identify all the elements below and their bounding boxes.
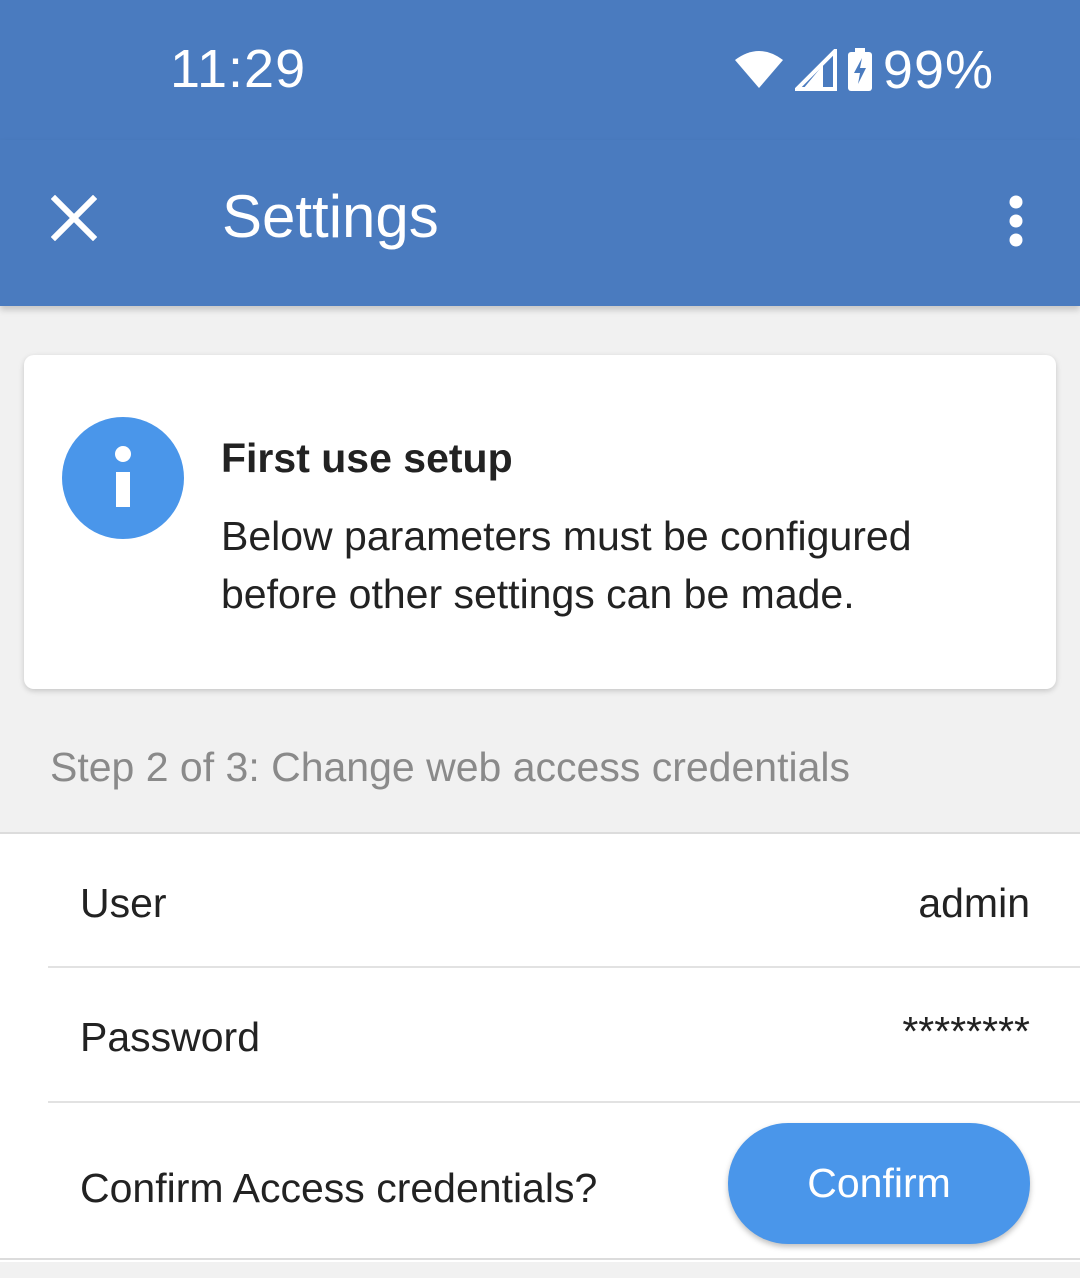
- confirm-prompt: Confirm Access credentials?: [80, 1165, 598, 1211]
- info-card: First use setup Below parameters must be…: [24, 355, 1056, 689]
- more-vert-icon: [1009, 195, 1023, 247]
- step-label: Step 2 of 3: Change web access credentia…: [50, 744, 850, 790]
- wifi-icon: [734, 51, 783, 88]
- password-row[interactable]: Password ********: [0, 968, 1080, 1100]
- card-title: First use setup: [221, 435, 513, 481]
- cell-signal-icon: [794, 49, 837, 91]
- info-icon: [62, 417, 184, 539]
- overflow-menu-button[interactable]: [996, 188, 1036, 254]
- password-value: ********: [902, 1008, 1030, 1054]
- battery-percentage: 99%: [882, 40, 994, 100]
- password-label: Password: [80, 1014, 261, 1060]
- close-icon: [51, 195, 97, 241]
- confirm-button[interactable]: Confirm: [728, 1123, 1030, 1244]
- card-body: Below parameters must be configured befo…: [221, 513, 912, 617]
- status-icons: 99%: [733, 40, 994, 100]
- user-row[interactable]: User admin: [0, 834, 1080, 966]
- page-title: Settings: [222, 183, 439, 250]
- divider: [0, 1258, 1080, 1260]
- status-bar: 11:29 99%: [0, 0, 1080, 140]
- user-label: User: [80, 880, 167, 926]
- close-button[interactable]: [40, 184, 108, 252]
- status-time: 11:29: [170, 39, 307, 99]
- credentials-list: User admin Password ******** Confirm Acc…: [0, 832, 1080, 1262]
- battery-charging-icon: [847, 48, 872, 91]
- app-bar: Settings: [0, 140, 1080, 306]
- user-value: admin: [918, 880, 1030, 926]
